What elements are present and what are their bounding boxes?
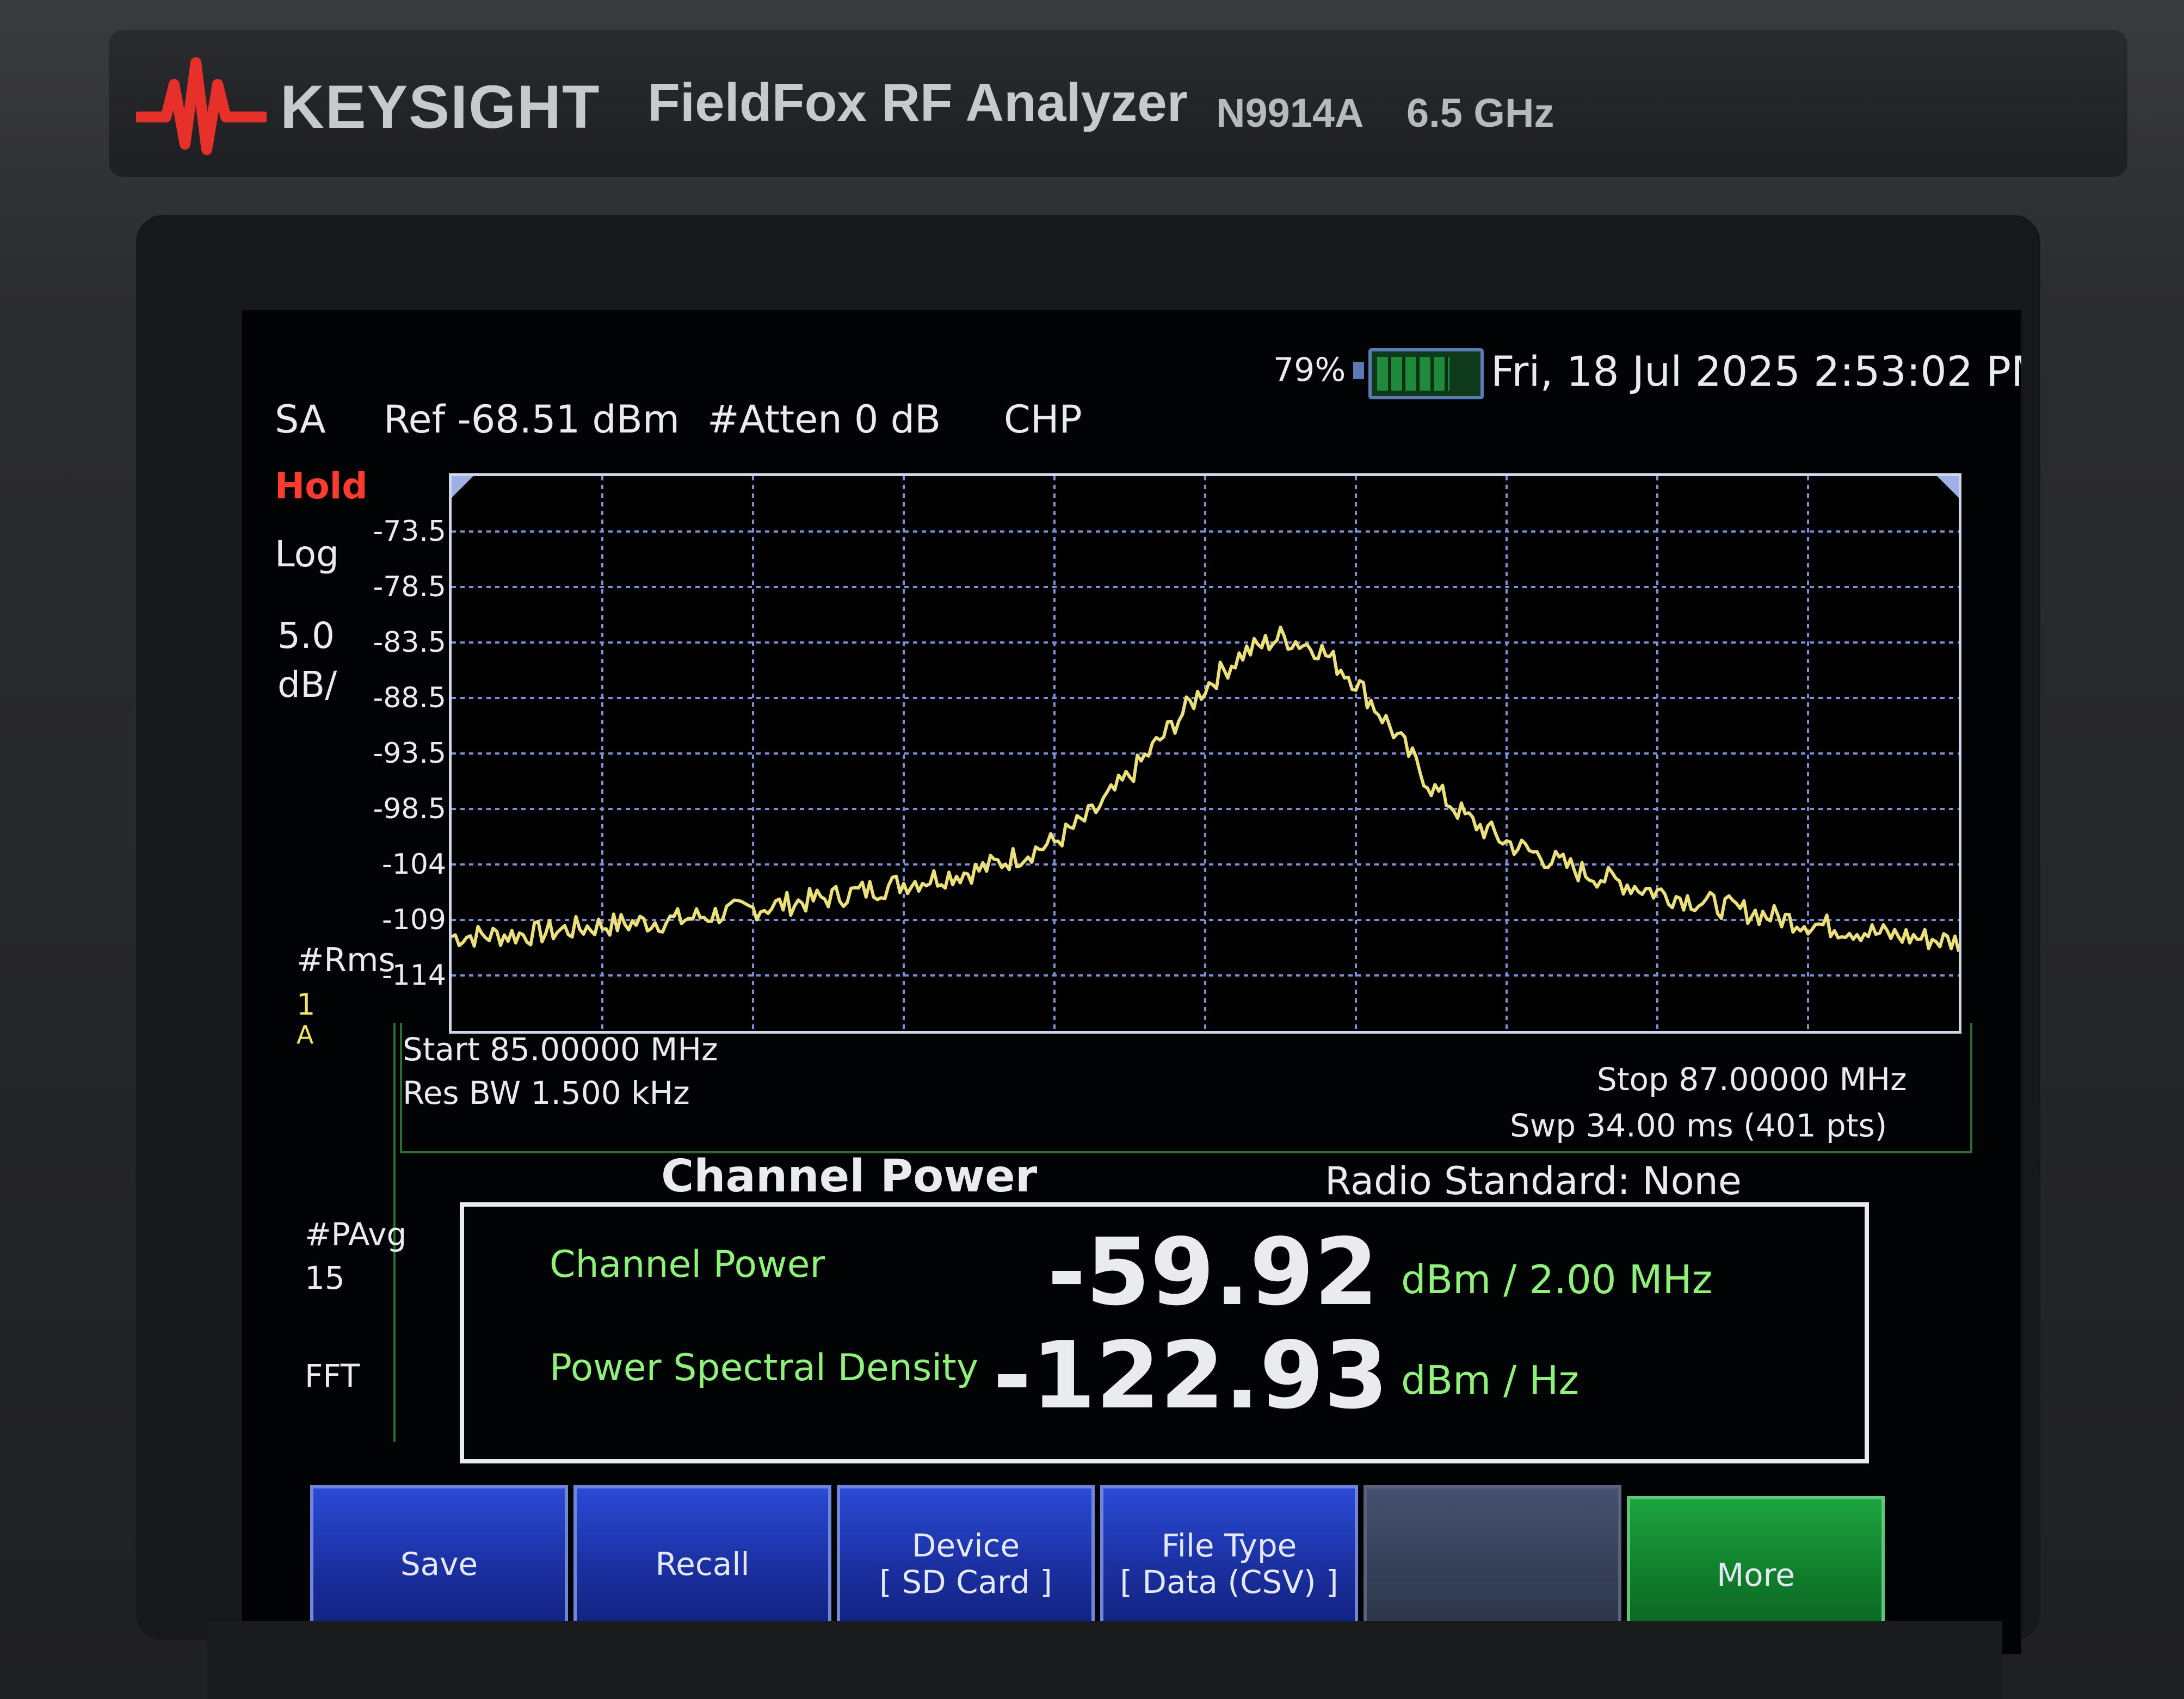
battery-percent: 79%	[1273, 351, 1346, 389]
y-axis-label: -88.5	[373, 682, 446, 714]
analyzer-screen: 79% Fri, 18 Jul 2025 2:53:02 PM SA Ref -…	[242, 310, 2021, 1654]
scale-value: 5.0	[277, 615, 335, 657]
start-frequency[interactable]: Start 85.00000 MHz	[403, 1031, 718, 1068]
brand-name: KEYSIGHT	[280, 73, 601, 141]
y-axis-label: -83.5	[373, 626, 446, 659]
y-axis-label: -78.5	[373, 571, 446, 603]
device-button-label: Device	[911, 1527, 1020, 1565]
max-frequency: 6.5 GHz	[1406, 90, 1554, 135]
psd-label: Power Spectral Density	[550, 1346, 979, 1389]
sweep-time[interactable]: Swp 34.00 ms (401 pts)	[1510, 1107, 1887, 1144]
save-button-label: Save	[400, 1545, 478, 1583]
measurement-mode[interactable]: CHP	[1004, 397, 1082, 442]
y-axis-label: -114	[381, 959, 446, 992]
y-axis-label: -73.5	[373, 515, 446, 548]
device-button-value: [ SD Card ]	[879, 1564, 1052, 1601]
product-name: FieldFox RF Analyzer	[647, 72, 1188, 132]
channel-power-unit: dBm / 2.00 MHz	[1401, 1257, 1713, 1302]
y-axis-label: -93.5	[373, 737, 446, 770]
stop-frequency[interactable]: Stop 87.00000 MHz	[1597, 1061, 1907, 1098]
battery-tip	[1353, 362, 1364, 379]
file-type-button-label: File Type	[1161, 1527, 1297, 1565]
y-axis-label: -98.5	[373, 793, 446, 825]
left-corner-marker	[452, 476, 473, 498]
more-button-label: More	[1717, 1556, 1795, 1593]
trace-mode: A	[297, 1020, 314, 1049]
reference-level[interactable]: Ref -68.51 dBm	[384, 397, 680, 442]
hardware-keys-area	[207, 1621, 2002, 1699]
y-axis-label: -109	[381, 904, 446, 936]
y-axis-label: -104	[381, 848, 446, 881]
scale-type: Log	[275, 533, 339, 575]
pavg-label: #PAvg	[305, 1216, 407, 1253]
file-type-button[interactable]: File Type [ Data (CSV) ]	[1100, 1485, 1358, 1643]
psd-value: -122.93	[993, 1322, 1389, 1430]
pavg-value: 15	[305, 1259, 345, 1296]
right-corner-marker	[1937, 476, 1959, 498]
sweep-type: FFT	[305, 1357, 360, 1394]
file-type-button-value: [ Data (CSV) ]	[1120, 1564, 1338, 1601]
radio-standard[interactable]: Radio Standard: None	[1325, 1159, 1742, 1203]
spectrum-plot[interactable]	[449, 473, 1961, 1034]
blank-softkey[interactable]	[1364, 1485, 1621, 1643]
recall-button[interactable]: Recall	[573, 1485, 831, 1643]
mode-label[interactable]: SA	[275, 397, 326, 442]
psd-unit: dBm / Hz	[1401, 1357, 1580, 1403]
spectrum-chart	[451, 476, 1960, 1031]
device-button[interactable]: Device [ SD Card ]	[837, 1485, 1095, 1643]
hold-indicator: Hold	[275, 465, 368, 507]
battery-level	[1377, 357, 1449, 391]
attenuation[interactable]: #Atten 0 dB	[707, 397, 941, 442]
recall-button-label: Recall	[655, 1545, 750, 1583]
model-number: N9914A	[1216, 90, 1364, 135]
battery-icon	[1368, 348, 1484, 399]
resolution-bandwidth[interactable]: Res BW 1.500 kHz	[403, 1074, 690, 1111]
trace-number: 1	[297, 987, 316, 1022]
scale-unit: dB/	[277, 664, 337, 706]
channel-power-label: Channel Power	[550, 1243, 825, 1286]
datetime: Fri, 18 Jul 2025 2:53:02 PM	[1491, 347, 2021, 396]
save-button[interactable]: Save	[310, 1485, 568, 1643]
keysight-logo	[136, 57, 267, 155]
channel-power-title: Channel Power	[661, 1151, 1038, 1202]
channel-power-value: -59.92	[1047, 1219, 1379, 1326]
